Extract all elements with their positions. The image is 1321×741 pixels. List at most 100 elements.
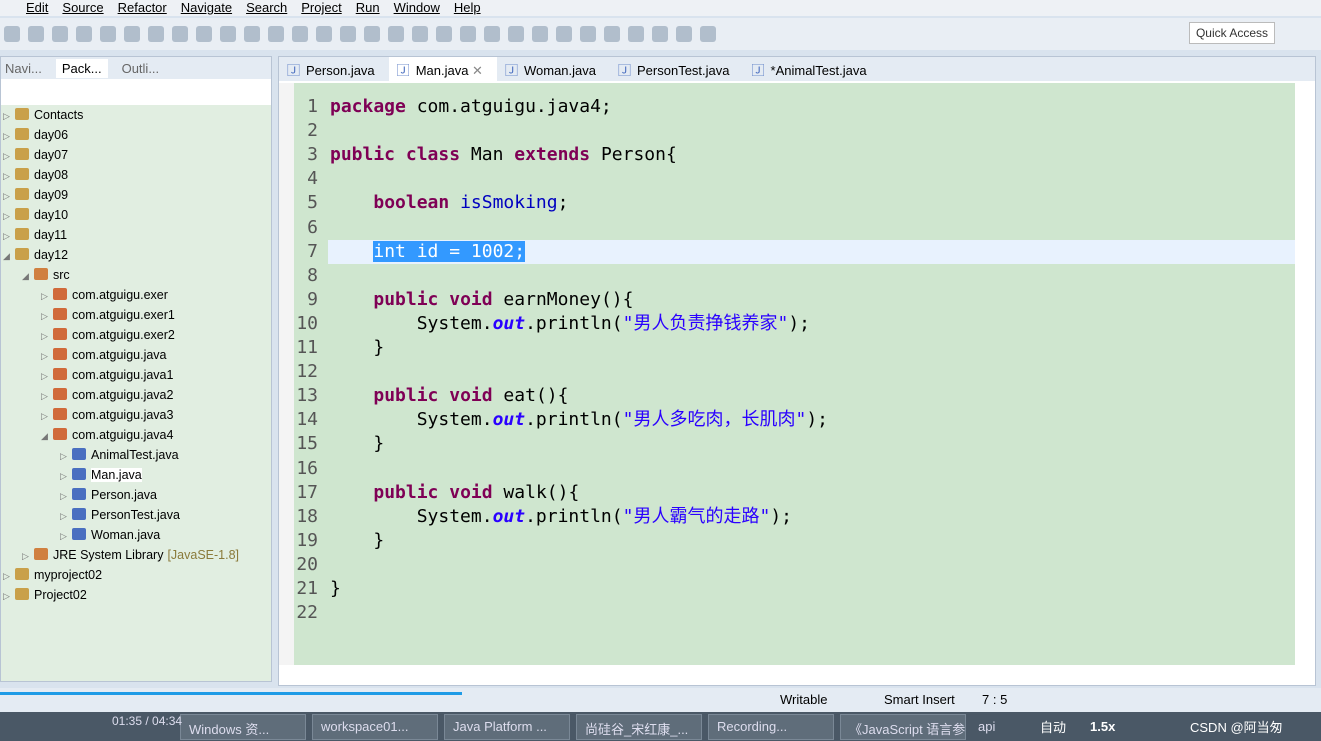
editor-tab[interactable]: 🄹 Person.java — [279, 57, 389, 82]
menu-source[interactable]: Source — [62, 0, 103, 16]
code-line[interactable]: public void earnMoney(){ — [330, 288, 633, 312]
tree-item[interactable]: ▷ day09 — [3, 185, 68, 205]
collapsed-arrow-icon[interactable]: ▷ — [41, 406, 53, 426]
expanded-arrow-icon[interactable]: ◢ — [3, 246, 15, 266]
toolbar-icon[interactable] — [652, 26, 668, 42]
code-line[interactable]: } — [330, 336, 384, 360]
tab-outline[interactable]: Outli... — [122, 61, 160, 76]
tree-item[interactable]: ▷ com.atguigu.java — [41, 345, 167, 365]
code-line[interactable]: public class Man extends Person{ — [330, 143, 677, 167]
tree-item[interactable]: ◢ day12 — [3, 245, 68, 265]
editor-tab[interactable]: 🄹 PersonTest.java — [610, 57, 744, 82]
collapsed-arrow-icon[interactable]: ▷ — [41, 306, 53, 326]
menu-project[interactable]: Project — [301, 0, 341, 16]
toolbar-icon[interactable] — [100, 26, 116, 42]
toolbar-icon[interactable] — [676, 26, 692, 42]
collapsed-arrow-icon[interactable]: ▷ — [60, 466, 72, 486]
collapsed-arrow-icon[interactable]: ▷ — [3, 126, 15, 146]
tree-item[interactable]: ▷ Contacts — [3, 105, 83, 125]
tree-item[interactable]: ▷ com.atguigu.exer — [41, 285, 168, 305]
tree-item[interactable]: ▷ JRE System Library [JavaSE-1.8] — [22, 545, 239, 565]
taskbar-item[interactable]: 尚硅谷_宋红康_... — [576, 713, 702, 740]
toolbar-icon[interactable] — [220, 26, 236, 42]
collapsed-arrow-icon[interactable]: ▷ — [3, 106, 15, 126]
code-line[interactable]: boolean isSmoking; — [330, 191, 568, 215]
toolbar-icon[interactable] — [388, 26, 404, 42]
editor-tab[interactable]: 🄹 Woman.java — [497, 57, 610, 82]
toolbar-icon[interactable] — [316, 26, 332, 42]
menu-navigate[interactable]: Navigate — [181, 0, 232, 16]
editor-tab[interactable]: 🄹 Man.java ✕ — [388, 56, 497, 82]
toolbar-icon[interactable] — [436, 26, 452, 42]
menu-refactor[interactable]: Refactor — [118, 0, 167, 16]
collapsed-arrow-icon[interactable]: ▷ — [41, 326, 53, 346]
taskbar-item[interactable]: Windows 资... — [180, 713, 306, 740]
collapsed-arrow-icon[interactable]: ▷ — [3, 186, 15, 206]
tree-item[interactable]: ▷ PersonTest.java — [60, 505, 180, 525]
tree-item[interactable]: ▷ day11 — [3, 225, 67, 245]
taskbar-api[interactable]: api — [978, 719, 995, 734]
toolbar-icon[interactable] — [580, 26, 596, 42]
collapsed-arrow-icon[interactable]: ▷ — [3, 166, 15, 186]
tree-item[interactable]: ▷ day06 — [3, 125, 68, 145]
toolbar-icon[interactable] — [532, 26, 548, 42]
tree-item[interactable]: ▷ com.atguigu.java1 — [41, 365, 173, 385]
toolbar-icon[interactable] — [700, 26, 716, 42]
collapsed-arrow-icon[interactable]: ▷ — [41, 386, 53, 406]
code-area[interactable]: package com.atguigu.java4; public class M… — [328, 83, 1295, 665]
toolbar-icon[interactable] — [628, 26, 644, 42]
taskbar-item[interactable]: 《JavaScript 语言参考》 — [840, 713, 966, 740]
collapsed-arrow-icon[interactable]: ▷ — [22, 546, 34, 566]
code-line[interactable]: System.out.println("男人霸气的走路"); — [330, 505, 792, 529]
collapsed-arrow-icon[interactable]: ▷ — [3, 566, 15, 586]
toolbar-icon[interactable] — [196, 26, 212, 42]
toolbar-icon[interactable] — [52, 26, 68, 42]
collapsed-arrow-icon[interactable]: ▷ — [60, 486, 72, 506]
tree-item[interactable]: ▷ myproject02 — [3, 565, 102, 585]
tree-item[interactable]: ▷ day07 — [3, 145, 68, 165]
toolbar-icon[interactable] — [340, 26, 356, 42]
tab-navigator[interactable]: Navi... — [5, 61, 42, 76]
toolbar-icon[interactable] — [460, 26, 476, 42]
auto-label[interactable]: 自动 — [1040, 717, 1066, 736]
toolbar-icon[interactable] — [244, 26, 260, 42]
tree-item[interactable]: ▷ com.atguigu.java3 — [41, 405, 173, 425]
menu-search[interactable]: Search — [246, 0, 287, 16]
code-line[interactable]: System.out.println("男人负责挣钱养家"); — [330, 312, 810, 336]
tree-item[interactable]: ▷ Project02 — [3, 585, 87, 605]
collapsed-arrow-icon[interactable]: ▷ — [60, 526, 72, 546]
code-line[interactable]: public void walk(){ — [330, 481, 579, 505]
tree-item[interactable]: ▷ Person.java — [60, 485, 157, 505]
tree-item[interactable]: ◢ com.atguigu.java4 — [41, 425, 173, 445]
toolbar-icon[interactable] — [148, 26, 164, 42]
code-line[interactable]: } — [330, 577, 341, 601]
tree-item[interactable]: ▷ Woman.java — [60, 525, 160, 545]
collapsed-arrow-icon[interactable]: ▷ — [41, 286, 53, 306]
tree-item[interactable]: ▷ day10 — [3, 205, 68, 225]
collapsed-arrow-icon[interactable]: ▷ — [60, 506, 72, 526]
code-line[interactable]: public void eat(){ — [330, 384, 568, 408]
collapsed-arrow-icon[interactable]: ▷ — [3, 586, 15, 606]
speed-label[interactable]: 1.5x — [1090, 719, 1115, 734]
video-progress-bar[interactable] — [0, 692, 463, 695]
toolbar-icon[interactable] — [76, 26, 92, 42]
tree-item[interactable]: ▷ com.atguigu.exer2 — [41, 325, 175, 345]
toolbar-icon[interactable] — [604, 26, 620, 42]
menu-edit[interactable]: Edit — [26, 0, 48, 16]
code-line[interactable]: System.out.println("男人多吃肉，长肌肉"); — [330, 408, 828, 432]
tab-package-explorer[interactable]: Pack... — [55, 58, 108, 78]
toolbar-icon[interactable] — [364, 26, 380, 42]
expanded-arrow-icon[interactable]: ◢ — [22, 266, 34, 286]
quick-access-input[interactable]: Quick Access — [1188, 22, 1275, 44]
close-tab-icon[interactable]: ✕ — [468, 63, 483, 78]
toolbar-icon[interactable] — [292, 26, 308, 42]
collapsed-arrow-icon[interactable]: ▷ — [60, 446, 72, 466]
tree-item[interactable]: ▷ com.atguigu.java2 — [41, 385, 173, 405]
toolbar-icon[interactable] — [28, 26, 44, 42]
collapsed-arrow-icon[interactable]: ▷ — [3, 146, 15, 166]
tree-item[interactable]: ▷ AnimalTest.java — [60, 445, 179, 465]
code-editor[interactable]: 🄹 Person.java 🄹 Man.java ✕ 🄹 Woman.java 🄹 Perso… — [278, 56, 1316, 686]
toolbar-icon[interactable] — [556, 26, 572, 42]
toolbar-icon[interactable] — [484, 26, 500, 42]
taskbar-item[interactable]: Recording... — [708, 713, 834, 740]
